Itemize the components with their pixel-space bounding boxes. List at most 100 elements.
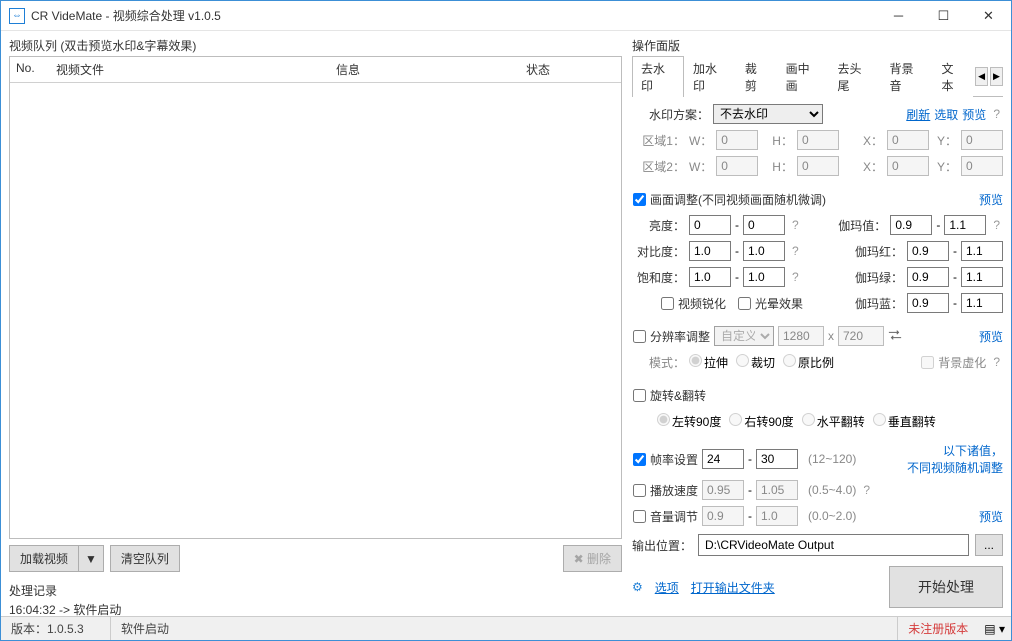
rot-checkbox[interactable] bbox=[633, 389, 646, 402]
res-preset-select[interactable]: 自定义 bbox=[714, 326, 774, 346]
fps-checkbox[interactable] bbox=[633, 453, 646, 466]
browse-button[interactable]: ... bbox=[975, 534, 1003, 556]
fps-lo[interactable] bbox=[702, 449, 744, 469]
adj-label: 画面调整(不同视频画面随机微调) bbox=[650, 191, 826, 208]
help-icon[interactable]: ? bbox=[789, 218, 802, 232]
minimize-button[interactable]: ─ bbox=[876, 1, 921, 30]
window-buttons: ─ ☐ ✕ bbox=[876, 1, 1011, 30]
gammab-hi[interactable] bbox=[961, 293, 1003, 313]
gammar-hi[interactable] bbox=[961, 241, 1003, 261]
rot-r90-radio[interactable] bbox=[729, 413, 742, 426]
status-menu-icon[interactable]: ▤ ▾ bbox=[978, 622, 1011, 636]
dropdown-icon[interactable]: ▼ bbox=[79, 548, 103, 570]
video-queue-list[interactable]: No. 视频文件 信息 状态 bbox=[9, 56, 622, 539]
help-icon[interactable]: ? bbox=[789, 244, 802, 258]
res-h[interactable] bbox=[838, 326, 884, 346]
speed-hi[interactable] bbox=[756, 480, 798, 500]
delete-icon: ✖ bbox=[574, 552, 587, 566]
status-version: 版本：1.0.5.3 bbox=[1, 617, 111, 640]
help-icon[interactable]: ? bbox=[990, 218, 1003, 232]
area2-x[interactable] bbox=[887, 156, 929, 176]
tab-crop[interactable]: 裁剪 bbox=[736, 56, 777, 97]
adj-preview-link[interactable]: 预览 bbox=[979, 191, 1003, 208]
contrast-lo[interactable] bbox=[689, 241, 731, 261]
wm-pick-link[interactable]: 选取 bbox=[934, 106, 958, 123]
rot-fv-radio[interactable] bbox=[873, 413, 886, 426]
list-header: No. 视频文件 信息 状态 bbox=[10, 57, 621, 83]
tab-pip[interactable]: 画中画 bbox=[777, 56, 829, 97]
res-checkbox[interactable] bbox=[633, 330, 646, 343]
open-output-link[interactable]: 打开输出文件夹 bbox=[691, 579, 775, 596]
help-icon[interactable]: ? bbox=[860, 483, 873, 497]
window-title: CR VideMate - 视频综合处理 v1.0.5 bbox=[31, 7, 876, 24]
sharpen-checkbox[interactable] bbox=[661, 297, 674, 310]
tab-scroll-left[interactable]: ◀ bbox=[975, 67, 988, 86]
area1-w[interactable] bbox=[716, 130, 758, 150]
area1-y[interactable] bbox=[961, 130, 1003, 150]
contrast-hi[interactable] bbox=[743, 241, 785, 261]
sat-hi[interactable] bbox=[743, 267, 785, 287]
col-no: No. bbox=[10, 57, 50, 82]
glow-checkbox[interactable] bbox=[738, 297, 751, 310]
vol-lo[interactable] bbox=[702, 506, 744, 526]
res-preview-link[interactable]: 预览 bbox=[979, 328, 1003, 345]
load-video-button[interactable]: 加载视频 ▼ bbox=[9, 545, 104, 572]
vol-checkbox[interactable] bbox=[633, 510, 646, 523]
mode-stretch-radio[interactable] bbox=[689, 354, 702, 367]
start-button[interactable]: 开始处理 bbox=[889, 566, 1003, 608]
area2-h[interactable] bbox=[797, 156, 839, 176]
status-msg: 软件启动 bbox=[111, 617, 898, 640]
bright-lo[interactable] bbox=[689, 215, 731, 235]
swap-icon[interactable] bbox=[888, 329, 902, 344]
close-button[interactable]: ✕ bbox=[966, 1, 1011, 30]
options-link[interactable]: 选项 bbox=[655, 579, 679, 596]
tab-bgm[interactable]: 背景音 bbox=[881, 56, 933, 97]
log-title: 处理记录 bbox=[9, 582, 622, 599]
speed-checkbox[interactable] bbox=[633, 484, 646, 497]
help-icon[interactable]: ? bbox=[990, 107, 1003, 121]
gammar-lo[interactable] bbox=[907, 241, 949, 261]
vol-preview-link[interactable]: 预览 bbox=[979, 508, 1003, 525]
area2-label: 区域2： bbox=[633, 158, 685, 175]
area1-label: 区域1： bbox=[633, 132, 685, 149]
tab-text[interactable]: 文本 bbox=[932, 56, 973, 97]
mode-crop-radio[interactable] bbox=[736, 354, 749, 367]
tab-add-watermark[interactable]: 加水印 bbox=[684, 56, 736, 97]
wm-refresh-link[interactable]: 刷新 bbox=[906, 106, 930, 123]
bg-blur-checkbox[interactable] bbox=[921, 356, 934, 369]
sat-lo[interactable] bbox=[689, 267, 731, 287]
rot-l90-radio[interactable] bbox=[657, 413, 670, 426]
delete-button[interactable]: ✖ 删除 bbox=[563, 545, 622, 572]
gamma-lo[interactable] bbox=[890, 215, 932, 235]
tab-trim[interactable]: 去头尾 bbox=[829, 56, 881, 97]
rot-fh-radio[interactable] bbox=[802, 413, 815, 426]
bright-hi[interactable] bbox=[743, 215, 785, 235]
output-path-input[interactable] bbox=[698, 534, 969, 556]
gammab-lo[interactable] bbox=[907, 293, 949, 313]
help-icon[interactable]: ? bbox=[990, 355, 1003, 369]
area2-w[interactable] bbox=[716, 156, 758, 176]
speed-lo[interactable] bbox=[702, 480, 744, 500]
clear-queue-button[interactable]: 清空队列 bbox=[110, 545, 180, 572]
mode-orig-radio[interactable] bbox=[783, 354, 796, 367]
wm-scheme-select[interactable]: 不去水印 bbox=[713, 104, 823, 124]
maximize-button[interactable]: ☐ bbox=[921, 1, 966, 30]
res-label: 分辨率调整 bbox=[650, 328, 710, 345]
wm-preview-link[interactable]: 预览 bbox=[962, 106, 986, 123]
gamma-hi[interactable] bbox=[944, 215, 986, 235]
help-icon[interactable]: ? bbox=[789, 270, 802, 284]
app-icon: ⇔ bbox=[9, 8, 25, 24]
tab-remove-watermark[interactable]: 去水印 bbox=[632, 56, 684, 97]
adj-checkbox[interactable] bbox=[633, 193, 646, 206]
res-w[interactable] bbox=[778, 326, 824, 346]
fps-hi[interactable] bbox=[756, 449, 798, 469]
tab-scroll-right[interactable]: ▶ bbox=[990, 67, 1003, 86]
list-body[interactable] bbox=[10, 83, 621, 538]
vol-hi[interactable] bbox=[756, 506, 798, 526]
queue-title: 视频队列 (双击预览水印&字幕效果) bbox=[9, 35, 622, 56]
gammag-lo[interactable] bbox=[907, 267, 949, 287]
area1-x[interactable] bbox=[887, 130, 929, 150]
area1-h[interactable] bbox=[797, 130, 839, 150]
area2-y[interactable] bbox=[961, 156, 1003, 176]
gammag-hi[interactable] bbox=[961, 267, 1003, 287]
